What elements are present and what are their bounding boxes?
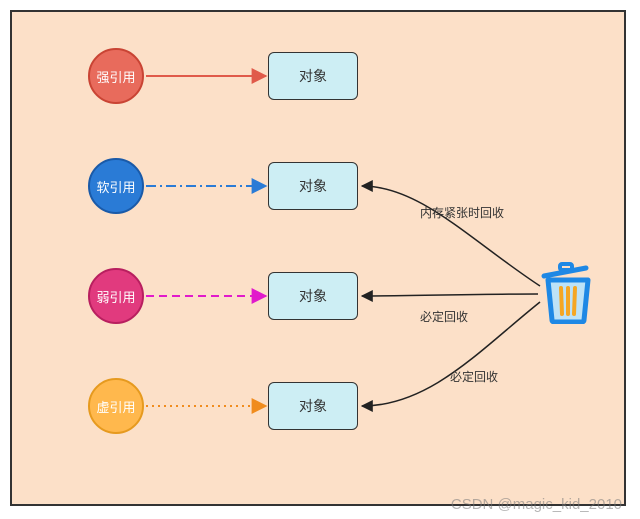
ref-node-soft: 软引用 xyxy=(88,158,144,214)
ref-label: 软引用 xyxy=(96,177,135,196)
ref-label: 弱引用 xyxy=(96,287,135,306)
gc-edge-label-0: 内存紧张时回收 xyxy=(420,204,504,221)
ref-node-weak: 弱引用 xyxy=(88,268,144,324)
object-label: 对象 xyxy=(299,396,327,416)
object-label: 对象 xyxy=(299,66,327,86)
object-box-1: 对象 xyxy=(268,162,358,210)
object-box-0: 对象 xyxy=(268,52,358,100)
object-box-3: 对象 xyxy=(268,382,358,430)
object-label: 对象 xyxy=(299,176,327,196)
trash-icon xyxy=(538,262,598,324)
object-label: 对象 xyxy=(299,286,327,306)
gc-edge-label-2: 必定回收 xyxy=(450,368,498,385)
ref-label: 虚引用 xyxy=(96,397,135,416)
ref-node-strong: 强引用 xyxy=(88,48,144,104)
ref-label: 强引用 xyxy=(96,67,135,86)
object-box-2: 对象 xyxy=(268,272,358,320)
ref-node-phantom: 虚引用 xyxy=(88,378,144,434)
gc-edge-label-1: 必定回收 xyxy=(420,308,468,325)
watermark: CSDN @magic_kid_2010 xyxy=(451,496,622,513)
